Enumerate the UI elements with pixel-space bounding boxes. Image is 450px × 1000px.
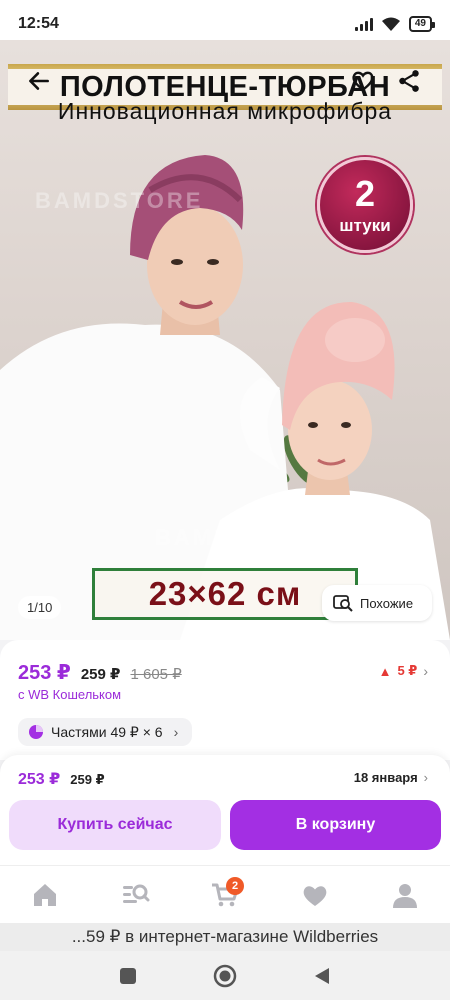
share-button[interactable]	[392, 64, 426, 98]
size-label-box: 23×62 см	[92, 568, 358, 620]
system-navigation	[0, 951, 450, 1000]
wallet-note: с WB Кошельком	[18, 687, 122, 702]
browser-title: ...59 ₽ в интернет-магазине Wildberries	[71, 927, 379, 946]
signal-icon	[354, 17, 373, 31]
price-change-value: 5 ₽	[397, 663, 418, 678]
bottom-navigation: 2	[0, 865, 450, 923]
chevron-right-icon: ›	[423, 770, 428, 785]
battery-icon: 49	[408, 16, 436, 32]
wifi-icon	[381, 17, 400, 31]
buy-now-button[interactable]: Купить сейчас	[9, 800, 221, 850]
image-counter: 1/10	[18, 596, 62, 619]
triangle-up-icon: ▲	[378, 663, 392, 679]
watermark: BAMDSTORE	[155, 525, 324, 550]
pie-chart-icon	[29, 725, 43, 739]
triangle-back-icon	[314, 967, 329, 984]
product-image-gallery[interactable]: BAMDSTORE BAMDSTORE ПОЛОТЕНЦЕ-ТЮРБАН Инн…	[0, 40, 450, 640]
buy-bar: 253 ₽ 259 ₽ 18 января › Купить сейчас В …	[0, 755, 450, 865]
tab-profile[interactable]	[380, 875, 430, 915]
badge-text: штуки	[339, 216, 391, 235]
delivery-date: 18 января	[353, 770, 418, 785]
similar-button[interactable]: Похожие	[322, 585, 432, 621]
browser-title-bar: ...59 ₽ в интернет-магазине Wildberries	[0, 923, 450, 951]
installment-label: Частями 49 ₽ × 6	[51, 723, 163, 740]
price-block: 253 ₽ 259 ₽ 1 605 ₽ с WB Кошельком ▲ 5 ₽…	[0, 640, 450, 760]
banner-subtitle: Инновационная микрофибра	[57, 98, 393, 124]
back-button[interactable]	[22, 64, 56, 98]
tab-home[interactable]	[20, 875, 70, 915]
chevron-right-icon: ›	[423, 663, 428, 679]
circle-icon	[213, 964, 237, 987]
tab-cart[interactable]: 2	[200, 875, 250, 915]
price-wallet: 253 ₽	[18, 662, 71, 684]
tab-favorites[interactable]	[290, 875, 340, 915]
price-regular: 259 ₽	[80, 666, 121, 683]
status-icons: 49	[354, 16, 436, 32]
size-text: 23×62 см	[148, 575, 302, 612]
status-time: 12:54	[18, 15, 59, 32]
badge-number: 2	[354, 173, 376, 214]
heart-icon	[303, 885, 327, 906]
square-icon	[120, 967, 137, 984]
delivery-date-button[interactable]: 18 января ›	[354, 770, 428, 785]
home-system-button[interactable]	[210, 961, 240, 991]
favorite-button[interactable]	[346, 64, 380, 98]
profile-icon	[393, 883, 417, 908]
share-icon	[399, 70, 419, 92]
chevron-right-icon: ›	[173, 724, 179, 740]
price-row: 253 ₽ 259 ₽ 1 605 ₽	[18, 660, 182, 685]
add-to-cart-button[interactable]: В корзину	[230, 800, 441, 850]
buy-bar-prices: 253 ₽ 259 ₽	[18, 769, 105, 789]
catalog-search-icon	[123, 884, 150, 903]
similar-search-icon	[333, 595, 353, 612]
heart-icon	[352, 71, 374, 92]
similar-label: Похожие	[360, 595, 414, 611]
price-old: 1 605 ₽	[130, 666, 182, 683]
recents-button[interactable]	[113, 961, 143, 991]
cart-count-badge: 2	[226, 876, 244, 895]
buy-bar-price-regular: 259 ₽	[70, 772, 105, 787]
watermark: BAMDSTORE	[35, 188, 204, 213]
price-change-button[interactable]: ▲ 5 ₽ ›	[379, 663, 428, 679]
installment-button[interactable]: Частями 49 ₽ × 6 ›	[18, 718, 193, 746]
back-system-button[interactable]	[307, 961, 337, 991]
back-arrow-icon	[29, 72, 49, 90]
tab-catalog[interactable]	[110, 875, 160, 915]
buy-bar-price: 253 ₽	[18, 771, 61, 788]
quantity-badge: 2 штуки	[317, 157, 413, 253]
home-icon	[34, 883, 56, 906]
